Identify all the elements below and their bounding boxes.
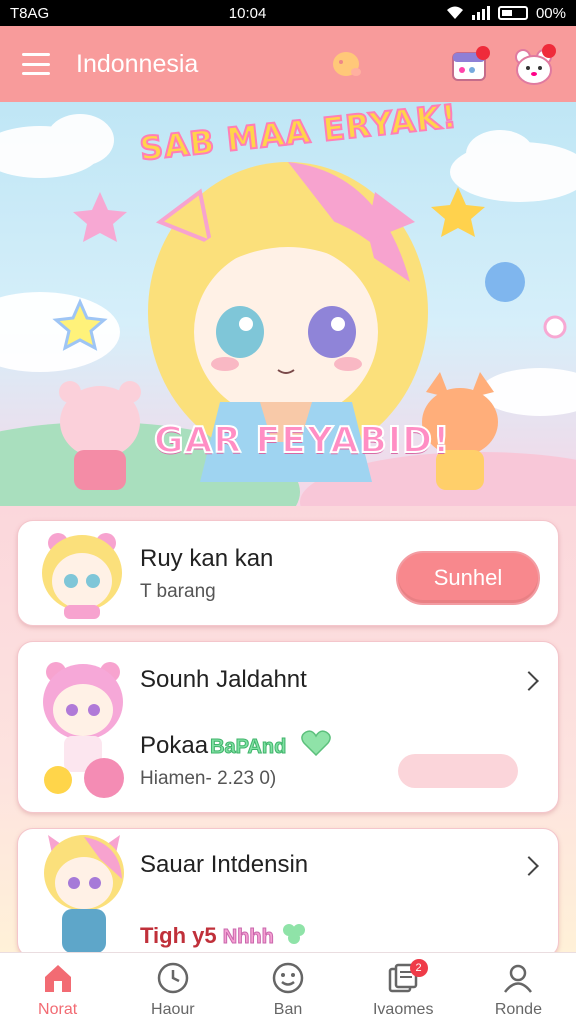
signal-icon	[471, 6, 490, 20]
card-title: Sounh Jaldahnt	[140, 666, 307, 693]
banner-subtitle: GAR FEYABID!	[153, 419, 451, 462]
clock-icon	[157, 962, 189, 994]
card-title: Sauar Intdensin	[140, 851, 309, 878]
bear-profile-icon[interactable]	[514, 44, 556, 86]
card-line-text: Tigh y5	[140, 923, 217, 948]
list-card[interactable]: Sauar Intdensin Tigh y5 Nhhh	[17, 828, 559, 958]
avatar	[44, 835, 124, 953]
wifi-icon	[446, 6, 463, 19]
status-icons: 00%	[446, 5, 566, 22]
nav-item-home[interactable]: Norat	[0, 953, 115, 1024]
chevron-right-icon[interactable]	[519, 671, 539, 691]
card-subtitle: T barang	[140, 581, 216, 602]
card-tag: BaPAnd	[210, 736, 287, 759]
carrier-label: T8AG	[10, 4, 50, 22]
nav-item-clock[interactable]: Haour	[115, 953, 230, 1024]
clock-label: 10:04	[228, 4, 267, 22]
battery-label: 00%	[535, 4, 566, 22]
avatar	[43, 662, 124, 798]
smiley-icon	[272, 962, 304, 994]
nav-item-messages[interactable]: 2 Ivaomes	[346, 953, 461, 1024]
hero-banner[interactable]: SAB MAA ERYAK! GAR FEYABID!	[0, 102, 576, 506]
card-title: Ruy kan kan	[140, 545, 274, 572]
clover-icon	[282, 924, 305, 944]
app-bar: Indonnesia	[0, 26, 576, 102]
battery-icon	[497, 6, 528, 20]
notification-dot	[542, 44, 556, 58]
calendar-icon[interactable]	[452, 46, 490, 82]
page-title: Indonnesia	[76, 49, 199, 78]
profile-icon	[504, 964, 533, 993]
nav-item-smiley[interactable]: Ban	[230, 953, 345, 1024]
nav-label: Haour	[151, 1001, 195, 1018]
featured-card[interactable]: Ruy kan kan T barang Sunhel	[17, 520, 559, 626]
card-line-text: Pokaa	[140, 732, 209, 759]
nav-label: Ronde	[494, 1001, 542, 1018]
card-meta: Hiamen- 2.23 0)	[140, 768, 277, 789]
status-bar: T8AG 10:04 00%	[0, 0, 576, 26]
nav-item-profile[interactable]: Ronde	[461, 953, 576, 1024]
list-card[interactable]: Sounh Jaldahnt Pokaa BaPAnd Hiamen- 2.23 …	[17, 641, 559, 813]
avatar	[42, 533, 122, 619]
chevron-right-icon[interactable]	[519, 856, 539, 876]
nav-label: Norat	[38, 1001, 78, 1018]
progress-pill	[398, 754, 518, 788]
notification-badge: 2	[409, 959, 428, 977]
bottom-navigation: Norat Haour Ban 2 Ivaomes Ronde	[0, 952, 576, 1024]
nav-label: Ban	[273, 1001, 303, 1018]
card-tag: Nhhh	[222, 926, 274, 949]
card-line: Pokaa BaPAnd	[140, 730, 331, 760]
card-line: Tigh y5 Nhhh	[140, 921, 308, 949]
subscribe-button[interactable]: Sunhel	[396, 551, 540, 605]
paw-icon[interactable]	[330, 46, 366, 82]
heart-icon	[301, 730, 331, 757]
home-icon	[44, 965, 71, 992]
menu-icon[interactable]	[22, 53, 50, 75]
nav-label: Ivaomes	[372, 1001, 434, 1018]
notification-dot	[476, 46, 490, 60]
